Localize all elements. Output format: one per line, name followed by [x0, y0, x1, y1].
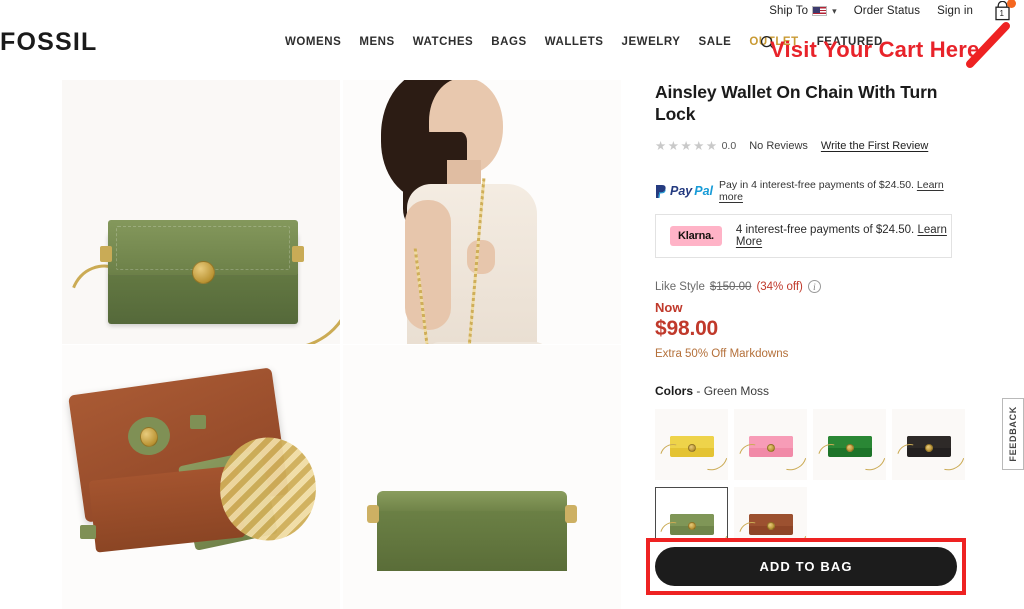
add-to-bag-highlight: ADD TO BAG — [646, 538, 966, 595]
color-swatch-pink[interactable] — [734, 409, 807, 481]
percent-off: (34% off) — [756, 280, 803, 293]
cart-count: 1 — [999, 9, 1004, 18]
star-rating[interactable]: ★ ★ ★ ★ ★ 0.0 — [655, 140, 736, 153]
star-icon: ★ — [680, 138, 692, 153]
review-count: No Reviews — [749, 140, 808, 152]
selected-color-name: Green Moss — [703, 384, 770, 399]
us-flag-icon — [812, 6, 828, 16]
utility-bar: Ship To ▾ Order Status Sign in 1 — [0, 0, 1024, 22]
color-swatch-black[interactable] — [892, 409, 965, 481]
original-price-row: Like Style $150.00 (34% off) i — [655, 280, 965, 294]
colors-separator: - — [696, 384, 701, 399]
klarna-logo: Klarna. — [670, 226, 722, 247]
order-status-link[interactable]: Order Status — [854, 5, 920, 17]
cart-button[interactable]: 1 — [992, 0, 1016, 22]
ship-to-selector[interactable]: Ship To ▾ — [769, 5, 836, 17]
rating-value: 0.0 — [721, 139, 737, 152]
feedback-tab[interactable]: FEEDBACK — [1002, 398, 1024, 470]
chevron-down-icon: ▾ — [832, 5, 837, 16]
nav-item-womens[interactable]: WOMENS — [285, 36, 341, 48]
annotation-text: Visit Your Cart Here — [770, 37, 980, 62]
color-swatch-green[interactable] — [813, 409, 886, 481]
feedback-label: FEEDBACK — [1008, 406, 1018, 462]
gallery-image-interior[interactable] — [62, 345, 340, 609]
paypal-logo: Pay Pal — [655, 184, 713, 199]
klarna-copy: 4 interest-free payments of $24.50. — [735, 224, 915, 237]
paypal-pay-text: Pay — [670, 184, 693, 199]
cart-notification-dot — [1007, 0, 1016, 8]
current-price: $98.00 — [655, 317, 719, 341]
nav-item-sale[interactable]: SALE — [699, 36, 732, 48]
paypal-promo: Pay Pal Pay in 4 interest-free payments o… — [655, 179, 965, 203]
product-image-gallery — [62, 80, 621, 609]
info-icon[interactable]: i — [807, 280, 821, 294]
ship-to-label: Ship To — [769, 5, 809, 17]
paypal-pal-text: Pal — [694, 184, 714, 199]
nav-item-watches[interactable]: WATCHES — [413, 36, 474, 48]
sign-in-link[interactable]: Sign in — [937, 5, 973, 17]
fossil-logo[interactable]: FOSSIL — [0, 28, 97, 57]
paypal-copy: Pay in 4 interest-free payments of $24.5… — [719, 179, 914, 192]
like-style-label: Like Style — [655, 280, 705, 293]
paypal-mark-icon — [656, 184, 666, 198]
star-icon: ★ — [667, 138, 679, 153]
original-price: $150.00 — [709, 280, 752, 293]
nav-item-jewelry[interactable]: JEWELRY — [622, 36, 681, 48]
colors-label-text: Colors — [655, 384, 694, 399]
price-block: Like Style $150.00 (34% off) i Now $98.0… — [655, 280, 965, 360]
now-label: Now — [655, 300, 683, 316]
star-icon: ★ — [655, 138, 667, 153]
star-icon: ★ — [705, 138, 718, 153]
markdown-note: Extra 50% Off Markdowns — [655, 348, 789, 361]
klarna-promo: Klarna. 4 interest-free payments of $24.… — [655, 214, 952, 259]
product-details-panel: Ainsley Wallet On Chain With Turn Lock ★… — [655, 82, 965, 559]
colors-label: Colors - Green Moss — [655, 384, 965, 398]
star-icon: ★ — [693, 138, 705, 153]
page-title: Ainsley Wallet On Chain With Turn Lock — [655, 82, 938, 124]
rating-row: ★ ★ ★ ★ ★ 0.0 No Reviews Write the First… — [655, 140, 965, 153]
product-detail-page: Ship To ▾ Order Status Sign in 1 FOSSIL … — [0, 0, 1024, 609]
nav-item-bags[interactable]: BAGS — [491, 36, 526, 48]
nav-item-mens[interactable]: MENS — [359, 36, 394, 48]
add-to-bag-button[interactable]: ADD TO BAG — [655, 547, 957, 586]
write-review-link[interactable]: Write the First Review — [821, 140, 928, 152]
gallery-image-top[interactable] — [343, 345, 621, 609]
gallery-image-model[interactable] — [343, 80, 621, 344]
color-swatch-yellow[interactable] — [655, 409, 728, 481]
gallery-image-front[interactable] — [62, 80, 340, 344]
color-swatch-grid — [655, 409, 965, 559]
nav-item-wallets[interactable]: WALLETS — [545, 36, 604, 48]
